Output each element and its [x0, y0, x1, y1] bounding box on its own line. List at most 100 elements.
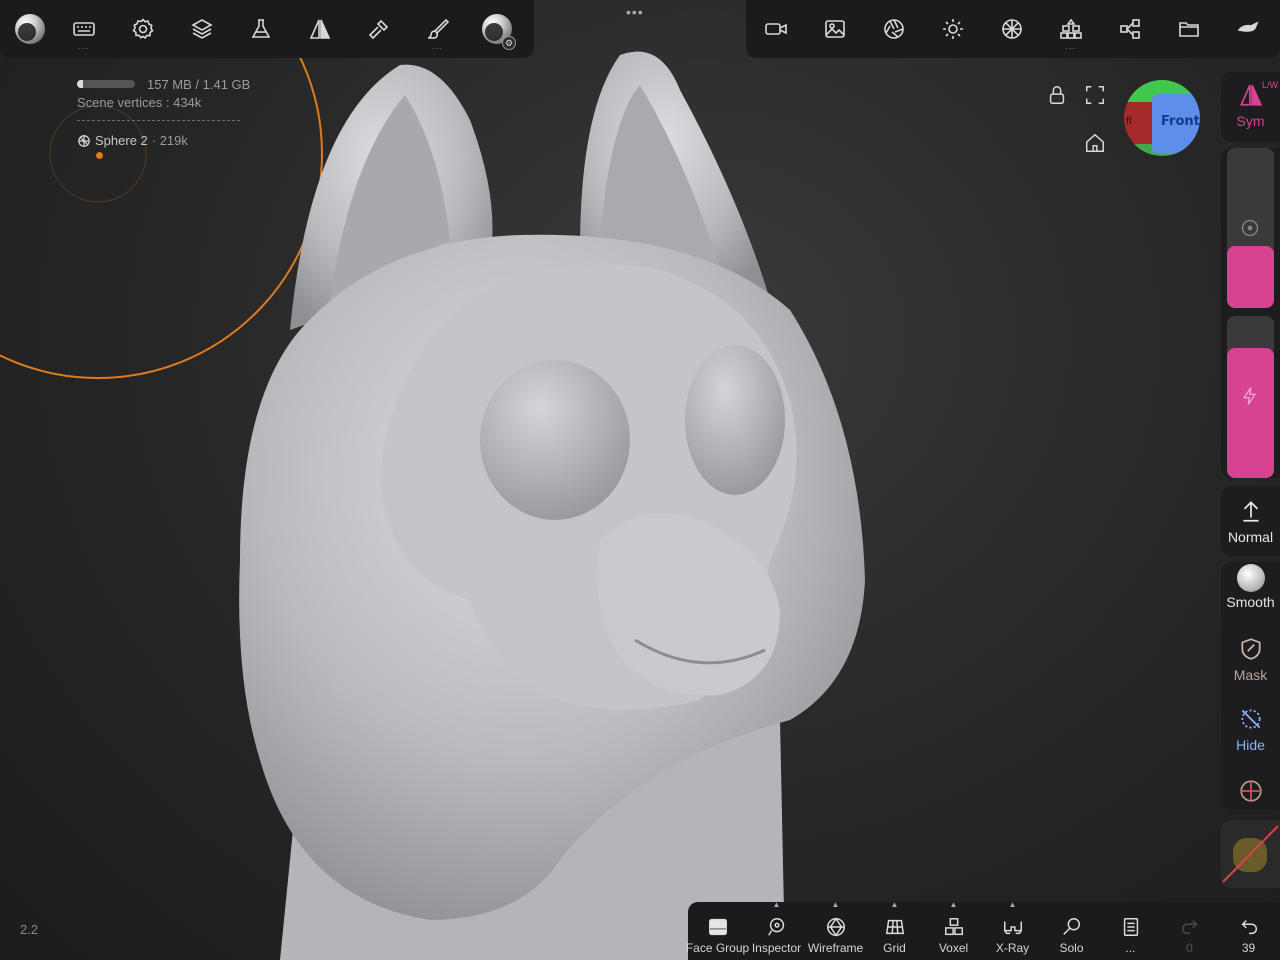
material-settings-button[interactable]: ⚙	[467, 0, 526, 58]
wireframe-icon	[826, 917, 845, 937]
keyboard-more-dots: ...	[78, 42, 89, 51]
normal-label: Normal	[1227, 529, 1274, 545]
aperture-icon	[883, 19, 904, 39]
active-object-row[interactable]: Sphere 2 · 219k	[77, 133, 250, 148]
scene-more-dots: ...	[1065, 42, 1076, 51]
gizmo-left-label: ft	[1126, 115, 1133, 127]
smooth-tool[interactable]: Smooth	[1221, 564, 1280, 610]
face-group-button[interactable]: Face Group	[685, 902, 750, 960]
redo-icon	[1181, 920, 1197, 935]
sym-block: Sym L/W	[1221, 72, 1280, 142]
grid-button[interactable]: ▲ Grid	[865, 900, 924, 960]
keyboard-button[interactable]: ...	[54, 0, 113, 58]
arrow-up-icon	[1242, 501, 1259, 522]
xray-button[interactable]: ▲ X-Ray	[983, 900, 1042, 960]
voxel-cubes-icon	[944, 918, 963, 936]
camera-button[interactable]	[746, 0, 805, 58]
history-dots: ...	[1125, 941, 1136, 955]
mask-tool[interactable]: Mask	[1221, 636, 1280, 683]
sym-label: Sym	[1236, 113, 1265, 129]
voxel-label: Voxel	[938, 941, 969, 955]
share-icon	[1119, 19, 1140, 39]
wireframe-button[interactable]: ▲ Wireframe	[806, 900, 865, 960]
inspector-eye-icon	[767, 918, 784, 936]
lock-icon	[1049, 86, 1065, 104]
hide-label: Hide	[1236, 737, 1265, 753]
radius-target-icon	[1241, 219, 1259, 237]
solo-button[interactable]: Solo	[1042, 902, 1101, 960]
zoom-level-label: 2.2	[20, 922, 39, 937]
memory-row: 157 MB / 1.41 GB	[77, 75, 250, 93]
fullscreen-button[interactable]	[1084, 84, 1106, 106]
history-book-icon	[1123, 918, 1138, 936]
hide-tool[interactable]: Hide	[1221, 706, 1280, 753]
keyboard-icon	[72, 22, 95, 36]
mini-gear-icon: ⚙	[502, 36, 516, 50]
voxel-button[interactable]: ▲ Voxel	[924, 900, 983, 960]
undo-count: 39	[1241, 941, 1256, 955]
layers-button[interactable]	[172, 0, 231, 58]
tools-button[interactable]	[349, 0, 408, 58]
lock-button[interactable]	[1046, 84, 1068, 106]
gizmo-tool[interactable]	[1221, 778, 1280, 807]
brush-center-dot	[96, 152, 103, 159]
home-icon	[1086, 133, 1104, 152]
gizmo-front-label: Front	[1161, 114, 1200, 129]
slider-block	[1221, 148, 1280, 478]
normal-toggle[interactable]: Normal	[1221, 498, 1280, 545]
matcap-button[interactable]	[982, 0, 1041, 58]
image-button[interactable]	[805, 0, 864, 58]
magnifier-icon	[1062, 918, 1080, 935]
lighting-button[interactable]	[923, 0, 982, 58]
smooth-label: Smooth	[1226, 594, 1275, 610]
history-button[interactable]: ...	[1101, 902, 1160, 960]
sun-light-icon	[942, 19, 963, 39]
symmetry-button[interactable]	[290, 0, 349, 58]
undo-button[interactable]: 39	[1219, 902, 1278, 960]
top-drag-handle[interactable]: •••	[626, 4, 644, 20]
object-vertex-count: · 219k	[151, 133, 188, 148]
grid-dot: ▲	[890, 900, 899, 909]
brush-icon	[427, 18, 449, 39]
app-logo-button[interactable]	[6, 0, 54, 58]
redo-button[interactable]: 0	[1160, 902, 1219, 960]
memory-bar-fill	[77, 80, 84, 88]
folder-icon	[1178, 22, 1199, 37]
sculpt-viewport[interactable]: ... ... ⚙ ••• ... 157 MB / 1.41 GB Scene…	[0, 0, 1280, 960]
redo-count: 0	[1186, 941, 1193, 955]
face-group-label: Face Group	[685, 941, 750, 955]
top-right-toolbar: ...	[746, 0, 1280, 58]
xray-glasses-icon	[1003, 921, 1022, 935]
view-cube-gizmo[interactable]: ft Front	[1124, 80, 1200, 156]
intensity-slider[interactable]	[1227, 316, 1274, 478]
normal-block: Normal	[1221, 486, 1280, 556]
settings-button[interactable]	[113, 0, 172, 58]
solo-label: Solo	[1059, 941, 1084, 955]
scene-button[interactable]: ...	[1041, 0, 1100, 58]
color-swatch[interactable]	[1227, 246, 1274, 308]
hammer-tool-icon	[368, 19, 388, 40]
tool-shortcuts-block: Smooth Mask Hide	[1221, 562, 1280, 810]
inspector-dot: ▲	[772, 900, 781, 909]
info-divider	[77, 120, 240, 121]
matcap-sphere-icon	[1001, 19, 1022, 39]
lightning-icon	[1242, 387, 1257, 405]
material-preview-block[interactable]	[1221, 820, 1280, 888]
brush-button[interactable]: ...	[408, 0, 467, 58]
transform-gizmo-icon	[1239, 780, 1262, 802]
sym-mode: L/W	[1261, 80, 1278, 90]
smooth-ball-icon	[1236, 564, 1265, 592]
top-left-toolbar: ... ... ⚙	[0, 0, 534, 58]
inspector-button[interactable]: ▲ Inspector	[747, 900, 806, 960]
settings-gear-icon	[131, 18, 154, 39]
bottom-toolbar: Face Group ▲ Inspector ▲ Wireframe ▲ Gri…	[685, 900, 1280, 960]
flask-button[interactable]	[231, 0, 290, 58]
home-view-button[interactable]	[1084, 132, 1106, 154]
postprocess-button[interactable]	[864, 0, 923, 58]
app-logo-icon	[15, 14, 45, 44]
intensity-slider-fill	[1227, 348, 1274, 478]
files-button[interactable]	[1159, 0, 1218, 58]
scene-info-panel: 157 MB / 1.41 GB Scene vertices : 434k S…	[77, 75, 250, 148]
share-button[interactable]	[1100, 0, 1159, 58]
hide-ui-button[interactable]	[1218, 0, 1277, 58]
